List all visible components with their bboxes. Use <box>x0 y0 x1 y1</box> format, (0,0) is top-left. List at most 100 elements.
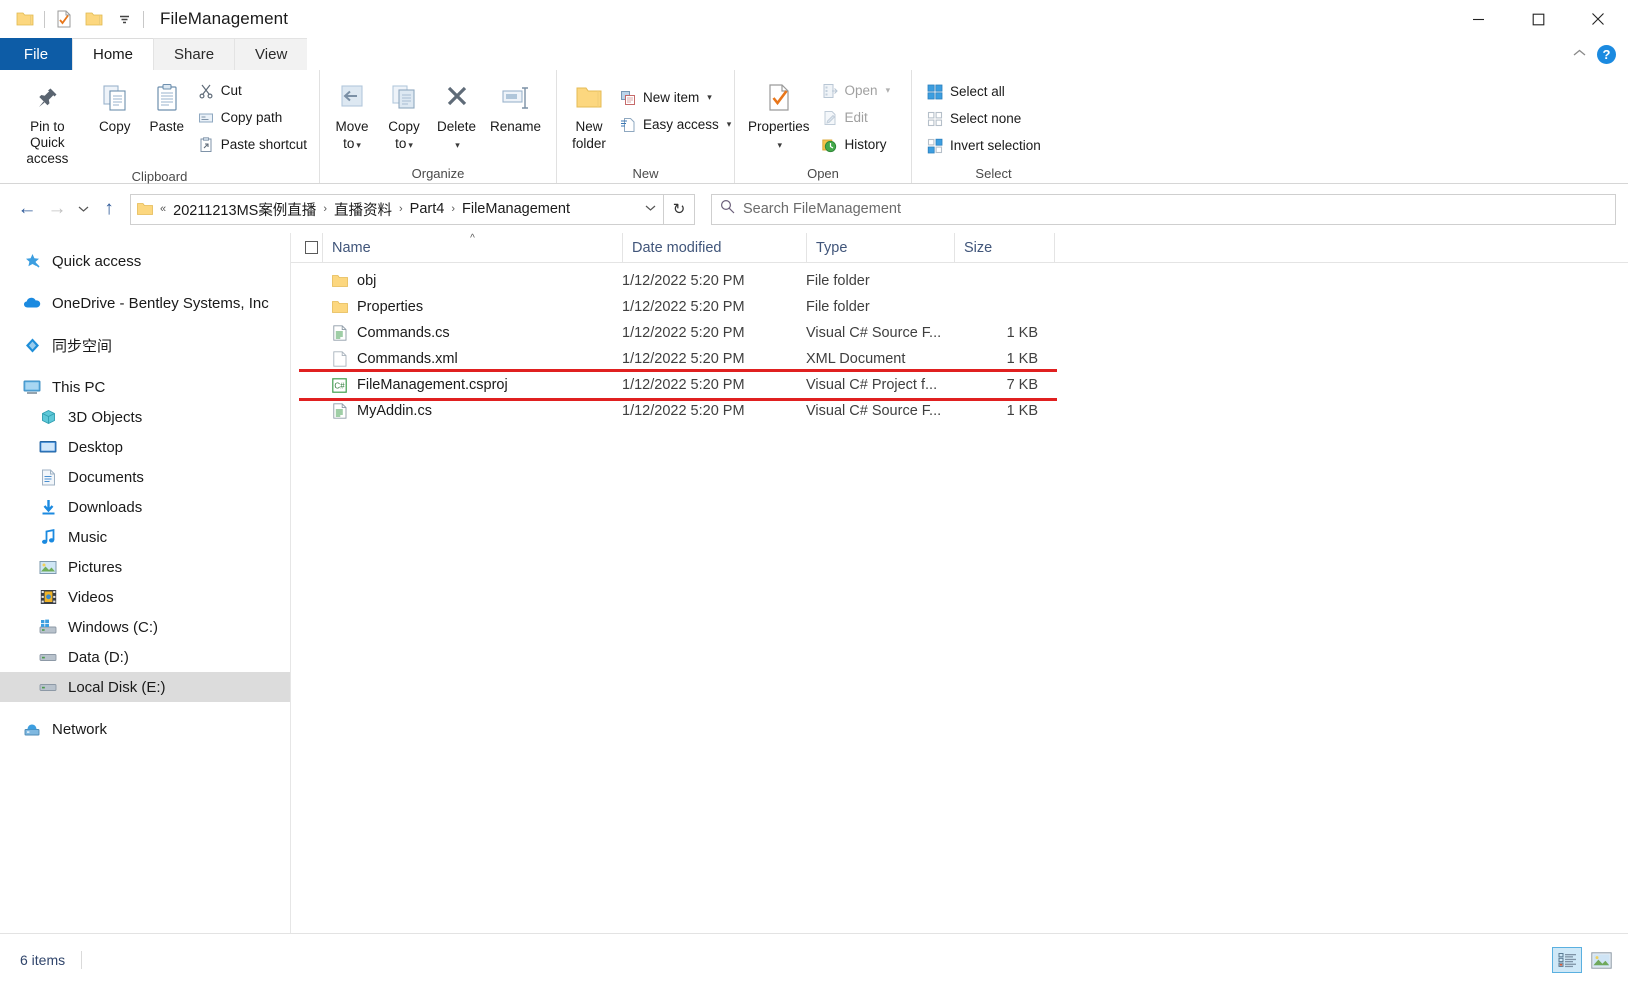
copy-button[interactable]: Copy <box>89 76 141 137</box>
sidebar-item-downloads[interactable]: Downloads <box>0 492 290 522</box>
row-name-cell[interactable]: MyAddin.cs <box>291 403 622 420</box>
breadcrumb-item-3[interactable]: FileManagement <box>458 199 574 219</box>
breadcrumb-dropdown-icon[interactable] <box>639 204 661 215</box>
table-row[interactable]: Properties 1/12/2022 5:20 PM File folder <box>291 294 1628 320</box>
column-label: Size <box>964 239 993 256</box>
large-icons-view-button[interactable] <box>1586 947 1616 973</box>
search-input[interactable]: Search FileManagement <box>743 201 901 217</box>
table-row[interactable]: MyAddin.cs 1/12/2022 5:20 PM Visual C# S… <box>291 398 1628 424</box>
row-date-cell: 1/12/2022 5:20 PM <box>622 273 745 289</box>
minimize-button[interactable] <box>1448 0 1508 38</box>
collapse-ribbon-button[interactable] <box>1572 45 1587 63</box>
new-folder-label-1: New <box>575 119 603 134</box>
select-all-label: Select all <box>950 84 1005 99</box>
invert-selection-button[interactable]: Invert selection <box>922 132 1047 159</box>
sidebar-item-videos[interactable]: Videos <box>0 582 290 612</box>
column-header-type[interactable]: Type <box>806 233 954 262</box>
sidebar-item-local-disk-e[interactable]: Local Disk (E:) <box>0 672 290 702</box>
table-row[interactable]: Commands.cs 1/12/2022 5:20 PM Visual C# … <box>291 320 1628 346</box>
rename-button[interactable]: Rename <box>483 76 548 137</box>
breadcrumb-sep-1[interactable]: › <box>396 203 406 215</box>
sidebar-item-data-d[interactable]: Data (D:) <box>0 642 290 672</box>
sidebar-item-sync-space[interactable]: 同步空间 <box>0 330 290 360</box>
rename-label: Rename <box>490 119 542 134</box>
row-name-cell[interactable]: Commands.cs <box>291 325 622 342</box>
breadcrumb-item-1[interactable]: 直播资料 <box>330 197 396 222</box>
ribbon-group-organize: Move to ▾ Copy to ▾ Delete ▾ Rename Orga… <box>320 70 557 183</box>
sidebar-item-this-pc[interactable]: This PC <box>0 372 290 402</box>
new-folder-button[interactable]: New folder <box>563 76 615 153</box>
forward-button[interactable]: → <box>42 194 72 224</box>
breadcrumb-sep-2[interactable]: › <box>448 203 458 215</box>
sidebar-item-pictures[interactable]: Pictures <box>0 552 290 582</box>
paste-shortcut-button[interactable]: Paste shortcut <box>193 131 313 158</box>
copy-path-button[interactable]: Copy path <box>193 104 313 131</box>
up-button[interactable]: ↑ <box>94 194 124 224</box>
maximize-button[interactable] <box>1508 0 1568 38</box>
details-view-button[interactable] <box>1552 947 1582 973</box>
history-button[interactable]: History <box>817 131 897 158</box>
sidebar-item-music[interactable]: Music <box>0 522 290 552</box>
column-header-blank[interactable] <box>1054 233 1074 262</box>
breadcrumb-sep-0[interactable]: › <box>320 203 330 215</box>
breadcrumb[interactable]: « 20211213MS案例直播 › 直播资料 › Part4 › FileMa… <box>130 193 664 225</box>
refresh-button[interactable]: ↻ <box>664 193 695 225</box>
edit-button[interactable]: Edit <box>817 104 897 131</box>
paste-button[interactable]: Paste <box>141 76 193 137</box>
tab-view[interactable]: View <box>234 38 308 70</box>
row-name-cell[interactable]: Properties <box>291 299 622 316</box>
new-item-label: New item <box>643 90 700 105</box>
select-none-button[interactable]: Select none <box>922 105 1047 132</box>
move-to-button[interactable]: Move to ▾ <box>326 76 378 153</box>
select-all-checkbox[interactable] <box>291 233 322 262</box>
properties-button[interactable]: Properties ▾ <box>741 76 817 153</box>
select-all-button[interactable]: Select all <box>922 78 1047 105</box>
qat-properties-icon[interactable] <box>49 4 79 34</box>
column-header-name[interactable]: ^ Name <box>322 233 622 262</box>
easy-access-button[interactable]: Easy access ▾ <box>615 111 737 138</box>
help-button[interactable]: ? <box>1597 44 1616 64</box>
breadcrumb-overflow[interactable]: « <box>157 203 169 215</box>
close-button[interactable] <box>1568 0 1628 38</box>
tab-home[interactable]: Home <box>72 38 154 70</box>
sidebar-item-windows-c[interactable]: Windows (C:) <box>0 612 290 642</box>
breadcrumb-item-0[interactable]: 20211213MS案例直播 <box>169 197 320 222</box>
tab-share[interactable]: Share <box>153 38 235 70</box>
row-name-cell[interactable]: Commands.xml <box>291 351 622 368</box>
search-box[interactable]: Search FileManagement <box>711 193 1616 225</box>
sidebar-label: Videos <box>68 588 114 606</box>
column-header-size[interactable]: Size <box>954 233 1054 262</box>
edit-icon <box>821 109 839 127</box>
cut-button[interactable]: Cut <box>193 77 313 104</box>
qat-customize-dropdown-icon[interactable] <box>109 4 139 34</box>
sidebar-item-documents[interactable]: Documents <box>0 462 290 492</box>
file-name: Commands.cs <box>357 325 450 341</box>
table-row[interactable]: Commands.xml 1/12/2022 5:20 PM XML Docum… <box>291 346 1628 372</box>
table-row[interactable]: obj 1/12/2022 5:20 PM File folder <box>291 268 1628 294</box>
tab-file[interactable]: File <box>0 38 72 70</box>
row-date-cell: 1/12/2022 5:20 PM <box>622 403 745 419</box>
open-button[interactable]: Open ▾ <box>817 77 897 104</box>
row-name-cell[interactable]: obj <box>291 273 622 290</box>
new-item-button[interactable]: New item ▾ <box>615 84 737 111</box>
drive-icon <box>38 677 58 697</box>
copy-to-button[interactable]: Copy to ▾ <box>378 76 430 153</box>
sidebar-item-quick-access[interactable]: Quick access <box>0 246 290 276</box>
recent-locations-button[interactable] <box>72 194 94 224</box>
column-header-date-modified[interactable]: Date modified <box>622 233 806 262</box>
sidebar-item-desktop[interactable]: Desktop <box>0 432 290 462</box>
breadcrumb-item-2[interactable]: Part4 <box>406 199 449 219</box>
delete-button[interactable]: Delete ▾ <box>430 76 483 153</box>
qat-new-folder-icon[interactable] <box>79 4 109 34</box>
qat-separator <box>44 10 45 28</box>
back-button[interactable]: ← <box>12 194 42 224</box>
sidebar-label: Pictures <box>68 558 123 576</box>
row-name-cell[interactable]: C# FileManagement.csproj <box>291 377 622 394</box>
qat-folder-icon[interactable] <box>10 4 40 34</box>
sidebar-item-onedrive[interactable]: OneDrive - Bentley Systems, Inc <box>0 288 290 318</box>
onedrive-cloud-icon <box>22 293 42 313</box>
table-row[interactable]: C# FileManagement.csproj 1/12/2022 5:20 … <box>291 372 1628 398</box>
pin-to-quick-access-button[interactable]: Pin to Quick access <box>6 76 89 169</box>
sidebar-item-3d-objects[interactable]: 3D Objects <box>0 402 290 432</box>
sidebar-item-network[interactable]: Network <box>0 714 290 744</box>
